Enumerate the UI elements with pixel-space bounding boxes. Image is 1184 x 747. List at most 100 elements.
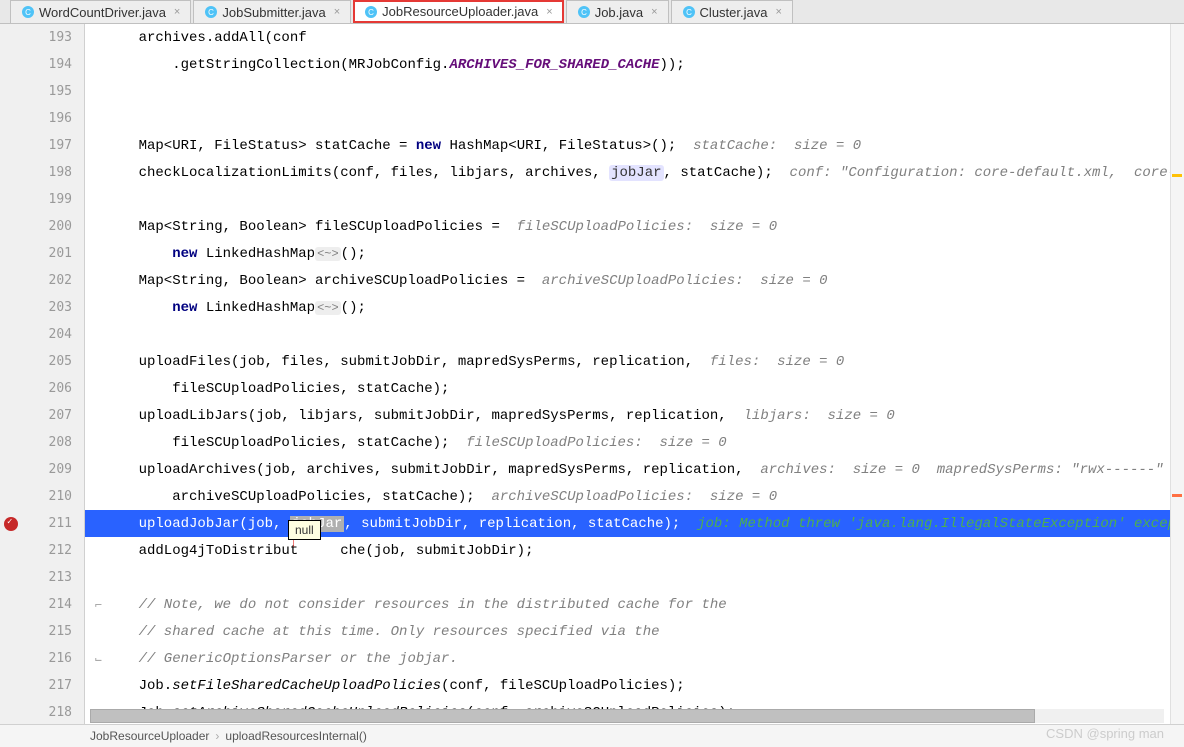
code-text: LinkedHashMap <box>197 300 315 316</box>
inlay-hint: conf: "Configuration: core-default.xml, … <box>790 165 1184 181</box>
tab-label: Job.java <box>595 5 643 20</box>
line-number[interactable]: 196 <box>0 105 84 132</box>
code-text: uploadArchives(job, archives, submitJobD… <box>105 462 760 478</box>
code-text: uploadJobJar(job, <box>105 516 290 532</box>
code-text: HashMap<URI, FileStatus>(); <box>441 138 693 154</box>
static-method: setFileSharedCacheUploadPolicies <box>172 678 441 694</box>
code-text: Map<String, Boolean> fileSCUploadPolicie… <box>105 219 517 235</box>
inlay-hint: fileSCUploadPolicies: size = 0 <box>466 435 726 451</box>
value-tooltip: null <box>288 520 321 540</box>
tab-label: JobResourceUploader.java <box>382 4 538 19</box>
line-number[interactable]: 198 <box>0 159 84 186</box>
diamond-op: <~> <box>315 301 341 315</box>
marker[interactable] <box>1172 174 1182 177</box>
highlighted-var: jobJar <box>609 165 663 181</box>
tab-wordcountdriver-java[interactable]: C WordCountDriver.java × <box>10 0 191 23</box>
close-icon[interactable]: × <box>174 6 180 18</box>
diamond-op: <~> <box>315 247 341 261</box>
line-gutter: 1931941951961971981992002012022032042052… <box>0 24 85 724</box>
line-number[interactable]: 214⌐ <box>0 591 84 618</box>
close-icon[interactable]: × <box>651 6 657 18</box>
tab-jobsubmitter-java[interactable]: C JobSubmitter.java × <box>193 0 351 23</box>
breadcrumb-class[interactable]: JobResourceUploader <box>90 729 209 743</box>
tab-label: WordCountDriver.java <box>39 5 166 20</box>
line-number[interactable]: 200 <box>0 213 84 240</box>
code-text: )); <box>660 57 685 73</box>
java-file-icon: C <box>21 5 35 19</box>
code-text: Map<String, Boolean> archiveSCUploadPoli… <box>105 273 542 289</box>
close-icon[interactable]: × <box>546 6 552 18</box>
code-text: (); <box>341 246 366 262</box>
line-number[interactable]: 199 <box>0 186 84 213</box>
inlay-hint: libjars: size = 0 <box>744 408 895 424</box>
code-text: fileSCUploadPolicies, statCache); <box>105 381 449 397</box>
keyword: new <box>172 246 197 262</box>
code-editor: 1931941951961971981992002012022032042052… <box>0 24 1184 724</box>
code-text: checkLocalizationLimits(conf, files, lib… <box>105 165 609 181</box>
line-number[interactable]: 213 <box>0 564 84 591</box>
right-margin[interactable] <box>1170 24 1184 724</box>
svg-text:C: C <box>25 8 31 17</box>
tab-label: JobSubmitter.java <box>222 5 325 20</box>
line-number[interactable]: 206 <box>0 375 84 402</box>
line-number[interactable]: 204 <box>0 321 84 348</box>
line-number[interactable]: 208 <box>0 429 84 456</box>
keyword: new <box>172 300 197 316</box>
inlay-hint: statCache: size = 0 <box>693 138 861 154</box>
horizontal-scrollbar[interactable] <box>90 709 1164 723</box>
breadcrumb-method[interactable]: uploadResourcesInternal() <box>225 729 366 743</box>
tab-cluster-java[interactable]: C Cluster.java × <box>671 0 793 23</box>
line-number[interactable]: 211 <box>0 510 84 537</box>
code-area[interactable]: archives.addAll(conf .getStringCollectio… <box>85 24 1184 724</box>
code-text: .getStringCollection(MRJobConfig. <box>105 57 449 73</box>
line-number[interactable]: 202 <box>0 267 84 294</box>
inlay-hint: job: Method threw 'java.lang.IllegalStat… <box>697 516 1184 532</box>
tab-jobresourceuploader-java[interactable]: C JobResourceUploader.java × <box>353 0 564 23</box>
line-number[interactable]: 209 <box>0 456 84 483</box>
chevron-right-icon: › <box>215 729 219 743</box>
tab-job-java[interactable]: C Job.java × <box>566 0 669 23</box>
code-text: addLog4jToDistribut che(job, submitJobDi… <box>105 543 533 559</box>
inlay-hint: files: size = 0 <box>710 354 844 370</box>
line-number[interactable]: 205 <box>0 348 84 375</box>
close-icon[interactable]: × <box>775 6 781 18</box>
code-text: archives.addAll(conf <box>105 30 307 46</box>
line-number[interactable]: 201 <box>0 240 84 267</box>
line-number[interactable]: 193 <box>0 24 84 51</box>
svg-text:C: C <box>208 8 214 17</box>
line-number[interactable]: 210 <box>0 483 84 510</box>
line-number[interactable]: 195 <box>0 78 84 105</box>
java-file-icon: C <box>577 5 591 19</box>
breadcrumb[interactable]: JobResourceUploader › uploadResourcesInt… <box>0 724 1184 747</box>
code-text: Map<URI, FileStatus> statCache = <box>105 138 416 154</box>
scroll-thumb[interactable] <box>90 709 1035 723</box>
code-text: fileSCUploadPolicies, statCache); <box>105 435 466 451</box>
marker[interactable] <box>1172 494 1182 497</box>
comment: // Note, we do not consider resources in… <box>105 597 727 613</box>
line-number[interactable]: 197 <box>0 132 84 159</box>
svg-text:C: C <box>581 8 587 17</box>
close-icon[interactable]: × <box>334 6 340 18</box>
execution-line[interactable]: uploadJobJar(job, jobJar, submitJobDir, … <box>85 510 1184 537</box>
code-text: archiveSCUploadPolicies, statCache); <box>105 489 491 505</box>
constant: ARCHIVES_FOR_SHARED_CACHE <box>449 57 659 73</box>
line-number[interactable]: 216⌙ <box>0 645 84 672</box>
line-number[interactable]: 218 <box>0 699 84 726</box>
code-text: , statCache); <box>664 165 790 181</box>
inlay-hint: archives: size = 0 mapredSysPerms: "rwx-… <box>760 462 1163 478</box>
line-number[interactable]: 194 <box>0 51 84 78</box>
comment: // GenericOptionsParser or the jobjar. <box>105 651 458 667</box>
line-number[interactable]: 212 <box>0 537 84 564</box>
tab-label: Cluster.java <box>700 5 768 20</box>
line-number[interactable]: 215 <box>0 618 84 645</box>
inlay-hint: archiveSCUploadPolicies: size = 0 <box>491 489 777 505</box>
breakpoint-icon[interactable] <box>4 517 18 531</box>
editor-tabs: C WordCountDriver.java × C JobSubmitter.java… <box>0 0 1184 24</box>
java-file-icon: C <box>364 5 378 19</box>
code-text: uploadLibJars(job, libjars, submitJobDir… <box>105 408 744 424</box>
java-file-icon: C <box>682 5 696 19</box>
java-file-icon: C <box>204 5 218 19</box>
line-number[interactable]: 217 <box>0 672 84 699</box>
line-number[interactable]: 207 <box>0 402 84 429</box>
line-number[interactable]: 203 <box>0 294 84 321</box>
